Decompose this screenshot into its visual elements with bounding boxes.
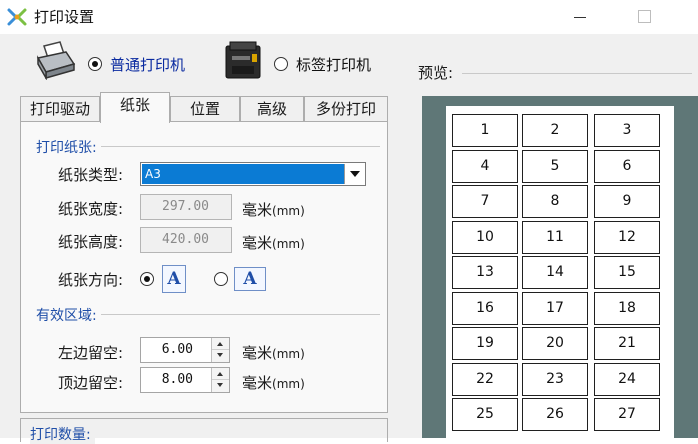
preview-label-cell: 23 bbox=[522, 363, 588, 396]
paper-width-unit: 毫米(mm) bbox=[242, 201, 305, 219]
preview-label-cell: 8 bbox=[522, 185, 588, 218]
preview-label-cell: 25 bbox=[452, 398, 518, 431]
window-title: 打印设置 bbox=[34, 8, 95, 26]
decrement-arrow-icon[interactable] bbox=[212, 350, 229, 362]
paper-group-title: 打印纸张: bbox=[36, 137, 101, 157]
preview-label-cell: 27 bbox=[594, 398, 660, 431]
label-printer-label[interactable]: 标签打印机 bbox=[296, 54, 371, 75]
preview-divider bbox=[462, 73, 692, 74]
preview-label-cell: 7 bbox=[452, 185, 518, 218]
tab-paper[interactable]: 纸张 bbox=[100, 92, 170, 123]
paper-height-field[interactable]: 420.00 bbox=[140, 227, 232, 253]
normal-printer-label[interactable]: 普通打印机 bbox=[110, 54, 185, 75]
left-margin-value[interactable]: 6.00 bbox=[143, 339, 207, 361]
preview-label-cell: 18 bbox=[594, 292, 660, 325]
maximize-button[interactable] bbox=[630, 6, 660, 28]
tab-print-driver[interactable]: 打印驱动 bbox=[20, 96, 100, 122]
preview-label-cell: 5 bbox=[522, 150, 588, 183]
preview-label-cell: 3 bbox=[594, 114, 660, 147]
preview-label-cell: 14 bbox=[522, 256, 588, 289]
tab-advanced[interactable]: 高级 bbox=[240, 96, 304, 122]
label-printer-icon bbox=[225, 41, 261, 79]
left-margin-label: 左边留空: bbox=[58, 344, 124, 362]
top-margin-value[interactable]: 8.00 bbox=[143, 369, 207, 391]
preview-label-cell: 24 bbox=[594, 363, 660, 396]
minimize-button[interactable] bbox=[566, 6, 596, 28]
decrement-arrow-icon[interactable] bbox=[212, 380, 229, 392]
left-margin-unit: 毫米(mm) bbox=[242, 344, 305, 362]
top-margin-spin-buttons bbox=[211, 368, 229, 392]
preview-label-cell: 26 bbox=[522, 398, 588, 431]
paper-height-unit: 毫米(mm) bbox=[242, 234, 305, 252]
paper-width-label: 纸张宽度: bbox=[58, 200, 124, 218]
preview-label-cell: 12 bbox=[594, 221, 660, 254]
preview-label-cell: 21 bbox=[594, 327, 660, 360]
title-bar: 打印设置 bbox=[0, 0, 698, 34]
preview-label-cell: 15 bbox=[594, 256, 660, 289]
margin-group-title: 有效区域: bbox=[36, 305, 101, 325]
tab-position[interactable]: 位置 bbox=[170, 96, 240, 122]
increment-arrow-icon[interactable] bbox=[212, 338, 229, 350]
preview-label-cell: 10 bbox=[452, 221, 518, 254]
landscape-radio[interactable] bbox=[214, 272, 228, 286]
label-printer-radio[interactable] bbox=[274, 57, 288, 71]
paper-orientation-label: 纸张方向: bbox=[58, 271, 124, 289]
preview-label-cell: 16 bbox=[452, 292, 518, 325]
landscape-orientation-icon[interactable]: A bbox=[234, 267, 266, 291]
top-margin-unit: 毫米(mm) bbox=[242, 374, 305, 392]
preview-label-cell: 22 bbox=[452, 363, 518, 396]
preview-label-cell: 11 bbox=[522, 221, 588, 254]
preview-label-cell: 2 bbox=[522, 114, 588, 147]
preview-label-cell: 6 bbox=[594, 150, 660, 183]
preview-label-cell: 4 bbox=[452, 150, 518, 183]
paper-width-field[interactable]: 297.00 bbox=[140, 194, 232, 220]
preview-label-cell: 1 bbox=[452, 114, 518, 147]
chevron-down-icon[interactable] bbox=[344, 164, 364, 184]
preview-label-cell: 9 bbox=[594, 185, 660, 218]
paper-type-value: A3 bbox=[142, 164, 344, 184]
normal-printer-radio[interactable] bbox=[88, 57, 102, 71]
top-margin-stepper[interactable]: 8.00 bbox=[140, 367, 230, 393]
paper-type-label: 纸张类型: bbox=[58, 166, 124, 184]
preview-label-cell: 19 bbox=[452, 327, 518, 360]
portrait-radio[interactable] bbox=[140, 272, 154, 286]
preview-label-cell: 13 bbox=[452, 256, 518, 289]
app-logo-icon bbox=[7, 8, 27, 26]
paper-height-label: 纸张高度: bbox=[58, 233, 124, 251]
normal-printer-icon bbox=[36, 41, 76, 80]
print-quantity-title: 打印数量: bbox=[30, 424, 95, 444]
tab-multi-copy[interactable]: 多份打印 bbox=[304, 96, 388, 122]
top-margin-label: 顶边留空: bbox=[58, 374, 124, 392]
preview-label-cell: 17 bbox=[522, 292, 588, 325]
left-margin-spin-buttons bbox=[211, 338, 229, 362]
portrait-orientation-icon[interactable]: A bbox=[162, 265, 186, 293]
left-margin-stepper[interactable]: 6.00 bbox=[140, 337, 230, 363]
preview-label-cell: 20 bbox=[522, 327, 588, 360]
preview-label: 预览: bbox=[418, 62, 460, 83]
paper-type-select[interactable]: A3 bbox=[140, 162, 366, 186]
increment-arrow-icon[interactable] bbox=[212, 368, 229, 380]
